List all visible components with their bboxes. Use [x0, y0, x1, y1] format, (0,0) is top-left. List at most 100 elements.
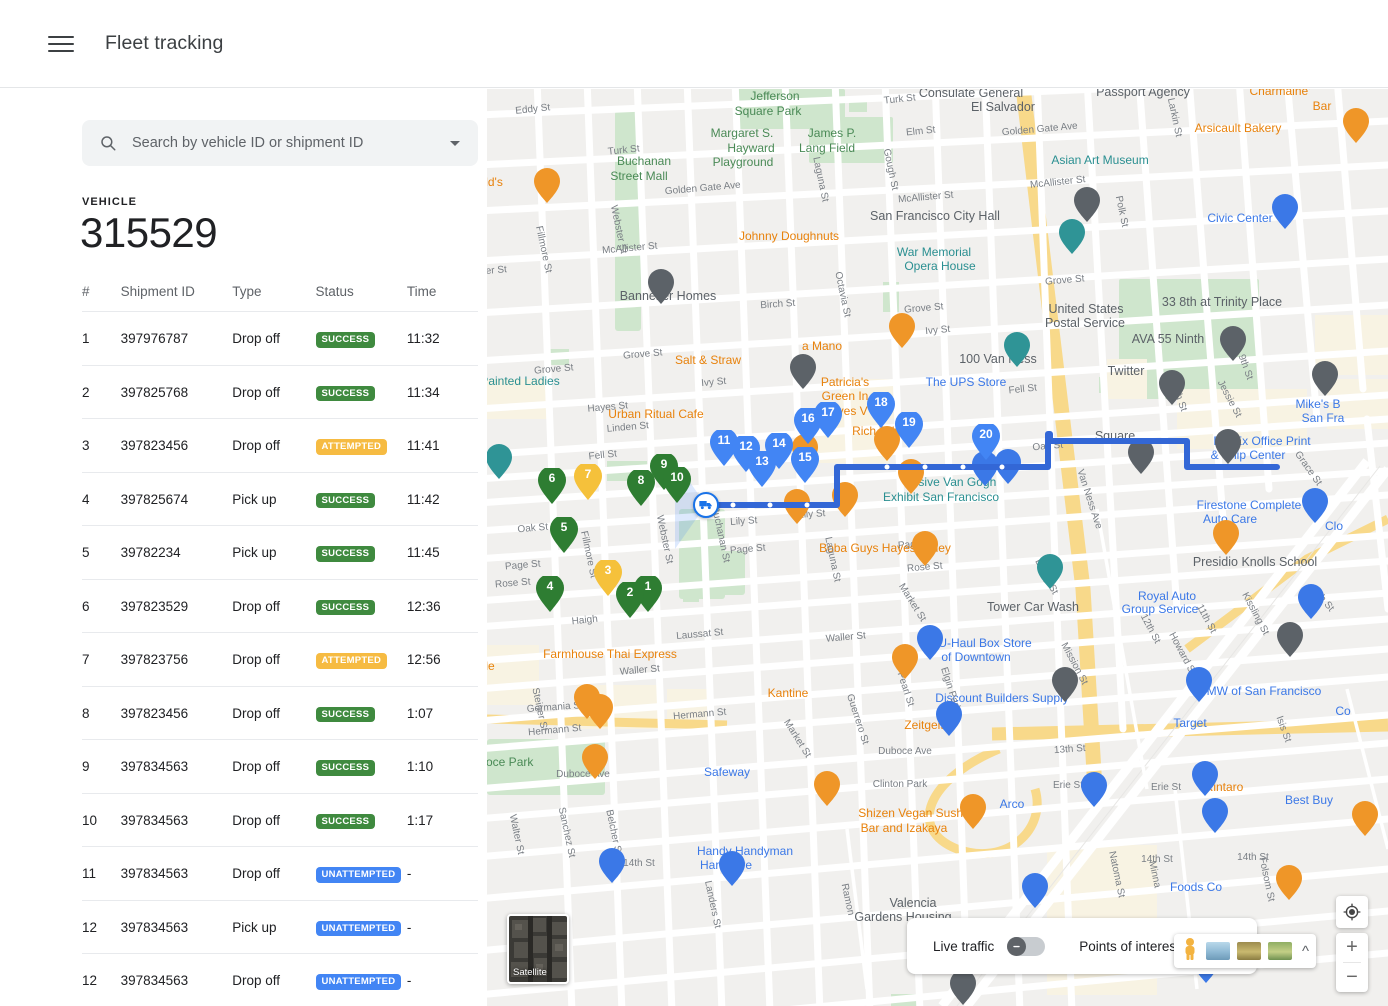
column-header-shipment-id[interactable]: Shipment ID: [121, 284, 233, 312]
table-row[interactable]: 4397825674Pick upSUCCESS11:42: [82, 472, 478, 526]
table-row[interactable]: 8397823456Drop offSUCCESS1:07: [82, 686, 478, 740]
cell-type: Drop off: [232, 419, 315, 473]
map-pin-icon: [765, 433, 793, 469]
cell-type: Drop off: [232, 740, 315, 794]
column-header-type[interactable]: Type: [232, 284, 315, 312]
map-pin-icon: [867, 392, 895, 428]
status-badge: SUCCESS: [316, 814, 376, 830]
stop-marker-5[interactable]: 5: [550, 517, 578, 553]
stop-marker-3[interactable]: 3: [594, 560, 622, 596]
chevron-down-icon[interactable]: [450, 141, 460, 146]
cell-shipment-id: 397834563: [121, 954, 233, 1006]
status-badge: SUCCESS: [316, 493, 376, 509]
column-header-status[interactable]: Status: [316, 284, 407, 312]
table-row[interactable]: 12397834563Drop offUNATTEMPTED-: [82, 954, 478, 1006]
map-pin-icon: [536, 576, 564, 612]
cell-status: ATTEMPTED: [316, 633, 407, 687]
cell-status: SUCCESS: [316, 365, 407, 419]
status-badge: UNATTEMPTED: [316, 867, 402, 883]
live-traffic-toggle[interactable]: [1007, 937, 1045, 956]
layer-tile-satellite[interactable]: [1237, 942, 1261, 960]
street-view-pegman-icon[interactable]: [1181, 937, 1199, 966]
stop-marker-14[interactable]: 14: [765, 433, 793, 469]
cell-shipment-id: 397976787: [121, 312, 233, 366]
chevron-up-icon[interactable]: ^: [1302, 944, 1309, 959]
cell-type: Pick up: [232, 526, 315, 580]
stop-marker-7[interactable]: 7: [574, 464, 602, 500]
stop-marker-18[interactable]: 18: [867, 392, 895, 428]
cell-time: 12:36: [407, 579, 478, 633]
cell-index: 9: [82, 740, 121, 794]
status-badge: ATTEMPTED: [316, 653, 388, 669]
search-input[interactable]: Search by vehicle ID or shipment ID: [82, 120, 478, 166]
table-row[interactable]: 7397823756Drop offATTEMPTED12:56: [82, 633, 478, 687]
zoom-controls[interactable]: + −: [1336, 933, 1368, 992]
table-row[interactable]: 1397976787Drop offSUCCESS11:32: [82, 312, 478, 366]
stop-marker-19[interactable]: 19: [895, 412, 923, 448]
delivery-truck-icon: [698, 497, 714, 513]
cell-shipment-id: 397834563: [121, 740, 233, 794]
cell-status: UNATTEMPTED: [316, 900, 407, 954]
layer-tile-relief[interactable]: [1268, 942, 1292, 960]
zoom-in-button[interactable]: +: [1336, 933, 1368, 962]
live-traffic-toggle-group[interactable]: Live traffic: [933, 937, 1045, 956]
stop-marker-4[interactable]: 4: [536, 576, 564, 612]
table-row[interactable]: 10397834563Drop offSUCCESS1:17: [82, 793, 478, 847]
layer-tile-terrain[interactable]: [1206, 942, 1230, 960]
map-view[interactable]: Eddy StTurk StTurk StElm StJeffersonSqua…: [487, 89, 1388, 1006]
cell-time: -: [407, 954, 478, 1006]
cell-index: 5: [82, 526, 121, 580]
table-row[interactable]: 6397823529Drop offSUCCESS12:36: [82, 579, 478, 633]
cell-shipment-id: 397823456: [121, 686, 233, 740]
cell-shipment-id: 397834563: [121, 793, 233, 847]
cell-status: SUCCESS: [316, 579, 407, 633]
status-badge: SUCCESS: [316, 707, 376, 723]
cell-type: Drop off: [232, 365, 315, 419]
table-row[interactable]: 9397834563Drop offSUCCESS1:10: [82, 740, 478, 794]
my-location-button[interactable]: [1336, 896, 1368, 928]
cell-type: Drop off: [232, 579, 315, 633]
map-pin-icon: [895, 412, 923, 448]
stop-marker-10[interactable]: 10: [663, 467, 691, 503]
cell-time: 12:56: [407, 633, 478, 687]
table-row[interactable]: 11397834563Drop offUNATTEMPTED-: [82, 847, 478, 901]
cell-status: UNATTEMPTED: [316, 954, 407, 1006]
map-pin-icon: [663, 467, 691, 503]
map-layers-cluster[interactable]: ^: [1174, 934, 1316, 968]
column-header-time[interactable]: Time: [407, 284, 478, 312]
page-title: Fleet tracking: [105, 32, 223, 55]
points-of-interest-label: Points of interest: [1079, 939, 1180, 954]
cell-time: -: [407, 900, 478, 954]
cell-status: SUCCESS: [316, 526, 407, 580]
cell-index: 12: [82, 954, 121, 1006]
cell-type: Drop off: [232, 686, 315, 740]
stop-marker-17[interactable]: 17: [814, 402, 842, 438]
cell-type: Drop off: [232, 793, 315, 847]
status-badge: UNATTEMPTED: [316, 974, 402, 990]
table-row[interactable]: 3397823456Drop offATTEMPTED11:41: [82, 419, 478, 473]
cell-status: SUCCESS: [316, 793, 407, 847]
cell-shipment-id: 397823529: [121, 579, 233, 633]
stop-marker-15[interactable]: 15: [791, 447, 819, 483]
cell-status: ATTEMPTED: [316, 419, 407, 473]
vehicle-marker[interactable]: [693, 492, 719, 518]
cell-type: Drop off: [232, 847, 315, 901]
table-header: # Shipment ID Type Status Time: [82, 284, 478, 312]
cell-shipment-id: 397825674: [121, 472, 233, 526]
zoom-out-button[interactable]: −: [1336, 963, 1368, 992]
table-row[interactable]: 2397825768Drop offSUCCESS11:34: [82, 365, 478, 419]
search-placeholder: Search by vehicle ID or shipment ID: [132, 135, 450, 151]
stop-marker-20[interactable]: 20: [972, 424, 1000, 460]
cell-shipment-id: 397823456: [121, 419, 233, 473]
column-header-index[interactable]: #: [82, 284, 121, 312]
table-row[interactable]: 12397834563Pick upUNATTEMPTED-: [82, 900, 478, 954]
cell-status: SUCCESS: [316, 312, 407, 366]
hamburger-menu-icon[interactable]: [48, 31, 74, 57]
table-row[interactable]: 539782234Pick upSUCCESS11:45: [82, 526, 478, 580]
status-badge: SUCCESS: [316, 332, 376, 348]
cell-type: Pick up: [232, 472, 315, 526]
cell-time: 11:32: [407, 312, 478, 366]
satellite-toggle-thumbnail[interactable]: Satellite: [507, 914, 569, 984]
cell-time: 1:07: [407, 686, 478, 740]
stop-marker-6[interactable]: 6: [538, 468, 566, 504]
